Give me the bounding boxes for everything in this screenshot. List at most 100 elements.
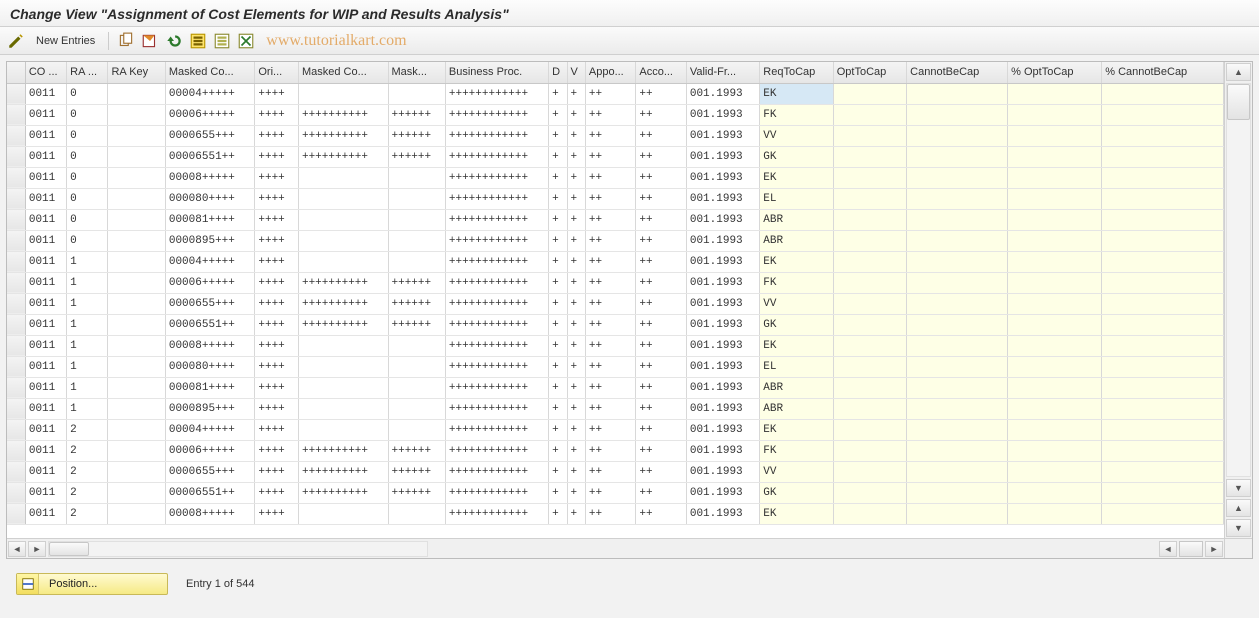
row-selector[interactable] <box>7 293 25 314</box>
cell-cannotbecap[interactable] <box>907 209 1008 230</box>
cell-ori[interactable]: ++++ <box>255 209 299 230</box>
cell-rakey[interactable] <box>108 272 165 293</box>
cell-validfr[interactable]: 001.1993 <box>686 398 759 419</box>
cell-validfr[interactable]: 001.1993 <box>686 83 759 104</box>
cell-reqtocap[interactable]: GK <box>760 146 833 167</box>
column-header-maskc1[interactable]: Masked Co... <box>165 62 255 83</box>
cell-pctcannotbecap[interactable] <box>1102 356 1224 377</box>
column-header-opttocap[interactable]: OptToCap <box>833 62 906 83</box>
cell-maskc1[interactable]: 00006551++ <box>165 482 255 503</box>
column-header-validfr[interactable]: Valid-Fr... <box>686 62 759 83</box>
cell-busproc[interactable]: ++++++++++++ <box>445 419 548 440</box>
cell-acco[interactable]: ++ <box>636 503 686 524</box>
cell-appo[interactable]: ++ <box>585 314 635 335</box>
cell-validfr[interactable]: 001.1993 <box>686 209 759 230</box>
column-header-acco[interactable]: Acco... <box>636 62 686 83</box>
scroll-left-icon[interactable]: ◄ <box>8 541 26 557</box>
cell-validfr[interactable]: 001.1993 <box>686 419 759 440</box>
cell-pctopttocap[interactable] <box>1008 251 1102 272</box>
cell-co[interactable]: 0011 <box>25 209 66 230</box>
cell-maskc1[interactable]: 00008+++++ <box>165 335 255 356</box>
cell-opttocap[interactable] <box>833 461 906 482</box>
cell-maskc2[interactable]: ++++++++++ <box>298 461 388 482</box>
cell-ori[interactable]: ++++ <box>255 188 299 209</box>
cell-busproc[interactable]: ++++++++++++ <box>445 167 548 188</box>
cell-pctopttocap[interactable] <box>1008 83 1102 104</box>
cell-co[interactable]: 0011 <box>25 461 66 482</box>
cell-ra1[interactable]: 0 <box>67 230 108 251</box>
cell-ori[interactable]: ++++ <box>255 104 299 125</box>
column-header-busproc[interactable]: Business Proc. <box>445 62 548 83</box>
cell-appo[interactable]: ++ <box>585 209 635 230</box>
cell-maskc2[interactable] <box>298 251 388 272</box>
cell-co[interactable]: 0011 <box>25 377 66 398</box>
cell-opttocap[interactable] <box>833 503 906 524</box>
cell-pctcannotbecap[interactable] <box>1102 104 1224 125</box>
cell-cannotbecap[interactable] <box>907 377 1008 398</box>
select-all-icon[interactable] <box>188 31 208 51</box>
cell-mask[interactable]: ++++++ <box>388 104 445 125</box>
cell-v[interactable]: + <box>567 335 585 356</box>
column-header-ra1[interactable]: RA ... <box>67 62 108 83</box>
cell-rakey[interactable] <box>108 419 165 440</box>
cell-pctopttocap[interactable] <box>1008 230 1102 251</box>
table-row[interactable]: 0011200004+++++++++++++++++++++++++++001… <box>7 419 1224 440</box>
cell-co[interactable]: 0011 <box>25 230 66 251</box>
cell-busproc[interactable]: ++++++++++++ <box>445 314 548 335</box>
cell-rakey[interactable] <box>108 440 165 461</box>
cell-rakey[interactable] <box>108 209 165 230</box>
row-selector[interactable] <box>7 314 25 335</box>
cell-ra1[interactable]: 0 <box>67 125 108 146</box>
cell-v[interactable]: + <box>567 209 585 230</box>
cell-maskc1[interactable]: 00004+++++ <box>165 419 255 440</box>
cell-busproc[interactable]: ++++++++++++ <box>445 503 548 524</box>
cell-pctcannotbecap[interactable] <box>1102 398 1224 419</box>
cell-ra1[interactable]: 2 <box>67 482 108 503</box>
cell-appo[interactable]: ++ <box>585 167 635 188</box>
cell-mask[interactable]: ++++++ <box>388 314 445 335</box>
cell-maskc1[interactable]: 0000895+++ <box>165 398 255 419</box>
cell-acco[interactable]: ++ <box>636 440 686 461</box>
cell-opttocap[interactable] <box>833 419 906 440</box>
cell-acco[interactable]: ++ <box>636 314 686 335</box>
cell-cannotbecap[interactable] <box>907 314 1008 335</box>
undo-change-icon[interactable] <box>164 31 184 51</box>
cell-ra1[interactable]: 1 <box>67 398 108 419</box>
cell-validfr[interactable]: 001.1993 <box>686 230 759 251</box>
cell-appo[interactable]: ++ <box>585 104 635 125</box>
cell-acco[interactable]: ++ <box>636 398 686 419</box>
cell-ra1[interactable]: 0 <box>67 83 108 104</box>
cell-acco[interactable]: ++ <box>636 167 686 188</box>
column-header-d[interactable]: D <box>549 62 567 83</box>
cell-validfr[interactable]: 001.1993 <box>686 104 759 125</box>
cell-pctcannotbecap[interactable] <box>1102 209 1224 230</box>
cell-d[interactable]: + <box>549 209 567 230</box>
toggle-display-change-icon[interactable] <box>6 31 26 51</box>
cell-v[interactable]: + <box>567 125 585 146</box>
cell-mask[interactable]: ++++++ <box>388 440 445 461</box>
row-selector[interactable] <box>7 356 25 377</box>
cell-ori[interactable]: ++++ <box>255 398 299 419</box>
cell-busproc[interactable]: ++++++++++++ <box>445 83 548 104</box>
cell-ori[interactable]: ++++ <box>255 167 299 188</box>
cell-reqtocap[interactable]: FK <box>760 272 833 293</box>
cell-appo[interactable]: ++ <box>585 356 635 377</box>
cell-pctopttocap[interactable] <box>1008 482 1102 503</box>
cell-cannotbecap[interactable] <box>907 461 1008 482</box>
scroll-up-icon[interactable]: ▲ <box>1226 63 1251 81</box>
cell-maskc1[interactable]: 0000655+++ <box>165 293 255 314</box>
cell-co[interactable]: 0011 <box>25 272 66 293</box>
cell-pctcannotbecap[interactable] <box>1102 83 1224 104</box>
cell-appo[interactable]: ++ <box>585 482 635 503</box>
cell-cannotbecap[interactable] <box>907 188 1008 209</box>
cell-reqtocap[interactable]: ABR <box>760 377 833 398</box>
table-row[interactable]: 0011100008+++++++++++++++++++++++++++001… <box>7 335 1224 356</box>
cell-ori[interactable]: ++++ <box>255 272 299 293</box>
cell-pctcannotbecap[interactable] <box>1102 482 1224 503</box>
cell-cannotbecap[interactable] <box>907 167 1008 188</box>
cell-mask[interactable] <box>388 335 445 356</box>
row-selector[interactable] <box>7 272 25 293</box>
cell-co[interactable]: 0011 <box>25 419 66 440</box>
cell-cannotbecap[interactable] <box>907 356 1008 377</box>
cell-ra1[interactable]: 2 <box>67 440 108 461</box>
